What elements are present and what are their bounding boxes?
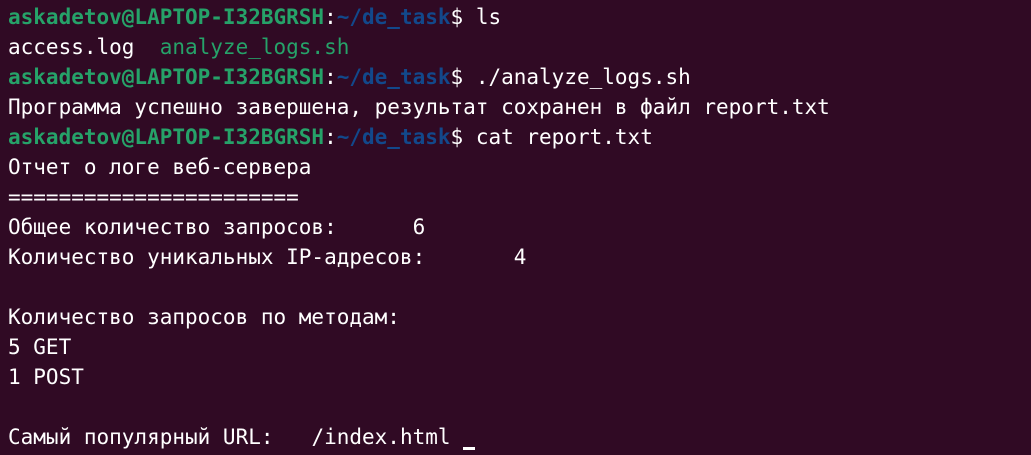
command-ls: ls (475, 5, 502, 29)
prompt-symbol: $ (450, 125, 476, 149)
prompt-path: ~/de_task (336, 65, 451, 89)
prompt-line-run: askadetov@LAPTOP-I32BGRSH:~/de_task$ ./a… (8, 62, 1031, 92)
unique-ips-value: 4 (513, 245, 527, 269)
popular-url-value: /index.html (311, 425, 451, 449)
file-analyze-logs-sh: analyze_logs.sh (159, 35, 350, 59)
report-unique-ips: Количество уникальных IP-адресов: 4 (8, 242, 1031, 272)
terminal-cursor (463, 447, 476, 450)
unique-ips-gap (425, 245, 514, 269)
prompt-user-host: askadetov@LAPTOP-I32BGRSH (8, 125, 325, 149)
prompt-symbol: $ (450, 5, 476, 29)
popular-url-label: Самый популярный URL: (8, 425, 274, 449)
report-total-requests: Общее количество запросов: 6 (8, 212, 1031, 242)
total-requests-value: 6 (412, 215, 426, 239)
report-title: Отчет о логе веб-сервера (8, 155, 312, 179)
report-method-post: 1 POST (8, 365, 84, 389)
prompt-line-ls: askadetov@LAPTOP-I32BGRSH:~/de_task$ ls (8, 2, 1031, 32)
prompt-separator: : (324, 65, 337, 89)
report-methods-header: Количество запросов по методам: (8, 305, 400, 329)
prompt-user-host: askadetov@LAPTOP-I32BGRSH (8, 5, 325, 29)
total-requests-label: Общее количество запросов: (8, 215, 337, 239)
unique-ips-label: Количество уникальных IP-адресов: (8, 245, 426, 269)
file-access-log: access.log (8, 35, 160, 59)
prompt-path: ~/de_task (336, 125, 451, 149)
run-output-line: Программа успешно завершена, результат с… (8, 95, 830, 119)
total-requests-gap (337, 215, 413, 239)
prompt-line-cat: askadetov@LAPTOP-I32BGRSH:~/de_task$ cat… (8, 122, 1031, 152)
report-popular-url: Самый популярный URL: /index.html (8, 422, 1031, 452)
report-separator: ======================= (8, 185, 299, 209)
prompt-separator: : (324, 125, 337, 149)
command-cat: cat report.txt (475, 125, 653, 149)
report-method-get: 5 GET (8, 335, 72, 359)
terminal-window[interactable]: askadetov@LAPTOP-I32BGRSH:~/de_task$ ls … (0, 0, 1031, 455)
prompt-symbol: $ (450, 65, 476, 89)
prompt-path: ~/de_task (336, 5, 451, 29)
popular-url-gap (274, 425, 312, 449)
command-run-script: ./analyze_logs.sh (475, 65, 691, 89)
prompt-user-host: askadetov@LAPTOP-I32BGRSH (8, 65, 325, 89)
ls-output-line: access.log analyze_logs.sh (8, 32, 1031, 62)
prompt-separator: : (324, 5, 337, 29)
